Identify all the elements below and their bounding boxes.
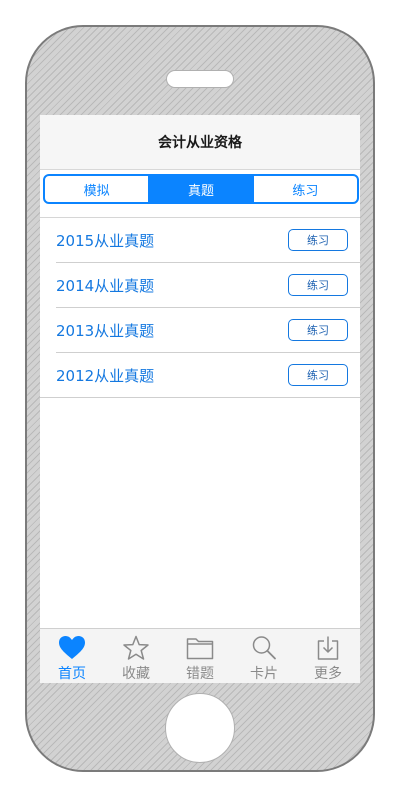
tab-more[interactable]: 更多 xyxy=(296,629,360,683)
segment-practice[interactable]: 练习 xyxy=(252,176,357,202)
home-button[interactable] xyxy=(165,693,235,763)
practice-button[interactable]: 练习 xyxy=(288,274,348,296)
list-item-title: 2015从业真题 xyxy=(56,232,155,250)
navigation-bar: 会计从业资格 xyxy=(40,115,360,170)
tab-label: 收藏 xyxy=(122,666,150,682)
tab-mistakes[interactable]: 错题 xyxy=(168,629,232,683)
tab-home[interactable]: 首页 xyxy=(40,629,104,683)
tab-cards[interactable]: 卡片 xyxy=(232,629,296,683)
segment-past-exams[interactable]: 真题 xyxy=(148,176,253,202)
list-item-title: 2014从业真题 xyxy=(56,277,155,295)
app-screen: 会计从业资格 模拟 真题 练习 2015从业真题 练习 2014从业真题 练习 … xyxy=(40,115,360,683)
list-item-title: 2013从业真题 xyxy=(56,322,155,340)
tab-favorites[interactable]: 收藏 xyxy=(104,629,168,683)
list-item[interactable]: 2012从业真题 练习 xyxy=(40,353,360,398)
folder-icon xyxy=(186,638,214,660)
search-icon xyxy=(252,636,276,660)
segmented-control: 模拟 真题 练习 xyxy=(43,174,359,204)
practice-button[interactable]: 练习 xyxy=(288,319,348,341)
page-title: 会计从业资格 xyxy=(158,135,242,151)
tab-label: 首页 xyxy=(58,666,86,682)
tab-label: 更多 xyxy=(314,666,342,682)
list-item[interactable]: 2015从业真题 练习 xyxy=(56,218,360,263)
heart-icon xyxy=(59,636,85,659)
tab-bar: 首页 收藏 错题 卡片 更多 xyxy=(40,628,360,683)
practice-button[interactable]: 练习 xyxy=(288,229,348,251)
practice-button[interactable]: 练习 xyxy=(288,364,348,386)
tab-label: 错题 xyxy=(186,666,214,682)
list-item[interactable]: 2014从业真题 练习 xyxy=(56,263,360,308)
tab-label: 卡片 xyxy=(250,666,278,682)
list-item-title: 2012从业真题 xyxy=(56,367,155,385)
list-item[interactable]: 2013从业真题 练习 xyxy=(56,308,360,353)
segment-mock[interactable]: 模拟 xyxy=(45,176,148,202)
speaker-slot xyxy=(166,70,234,88)
exam-list: 2015从业真题 练习 2014从业真题 练习 2013从业真题 练习 2012… xyxy=(40,218,360,398)
download-icon xyxy=(317,636,339,660)
star-icon xyxy=(123,635,149,660)
